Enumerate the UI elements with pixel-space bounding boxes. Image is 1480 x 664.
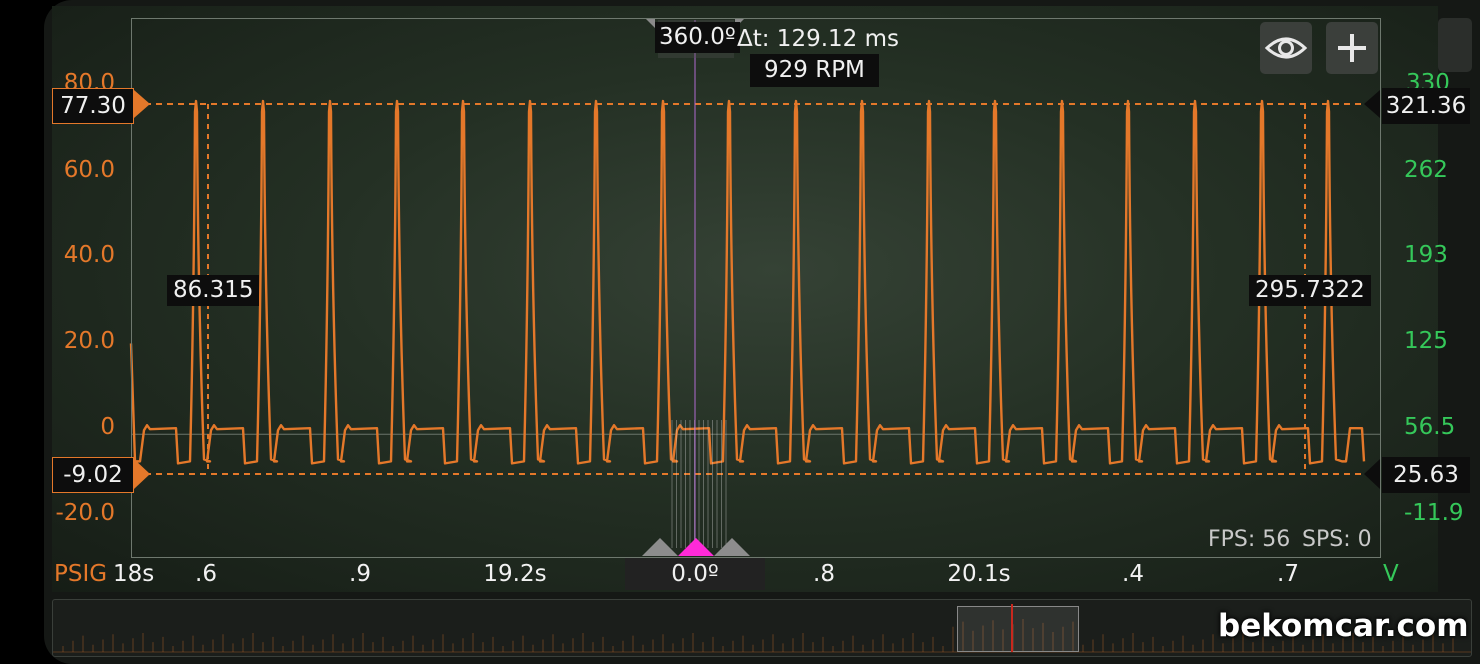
angle-readout: 360.0º [655,22,740,53]
plus-icon [1338,34,1366,62]
unit-label: V [1383,561,1399,587]
time-start-label: 18s [113,561,155,587]
overview-playhead[interactable] [1011,604,1013,652]
lower-cursor-right-value[interactable]: 25.63 [1382,457,1470,493]
right-time-cursor-value: 295.7322 [1249,275,1371,306]
phase-marker-label[interactable]: 0.0º [625,558,765,590]
time-axis-tick: 20.1s [947,561,1011,587]
time-axis-tick: .9 [349,561,371,587]
right-axis-tick: -11.9 [1404,500,1464,526]
left-axis-tick: -20.0 [55,500,115,526]
right-axis-tick: 125 [1404,328,1448,354]
time-axis-tick: .7 [1277,561,1299,587]
left-time-cursor-value: 86.315 [167,275,260,306]
right-axis-tick: 262 [1404,157,1448,183]
left-axis-tick: 0 [100,414,115,440]
fps-readout: FPS: 56 [1208,527,1291,552]
plot-frame [131,18,1381,558]
overview-viewport-window[interactable] [957,606,1079,652]
rpm-readout: 929 RPM [750,54,879,87]
right-axis-tick: 193 [1404,242,1448,268]
add-button[interactable] [1326,22,1378,74]
channel-name[interactable]: PSIG [54,563,107,586]
right-axis-tick: 56.5 [1404,414,1456,440]
upper-cursor-left-value[interactable]: 77.30 [52,88,134,124]
time-axis-tick: .4 [1122,561,1144,587]
upper-cursor-right-value[interactable]: 321.36 [1382,88,1470,124]
device-screen: 80.0 60.0 40.0 20.0 0 -20.0 330 262 193 … [0,0,1480,664]
time-axis-tick: .6 [195,561,217,587]
left-axis-tick: 60.0 [63,157,115,183]
watermark: bekomcar.com [1218,608,1469,644]
time-axis-tick: .8 [813,561,835,587]
phase-marker-text: 0.0º [671,560,719,587]
view-button[interactable] [1260,22,1312,74]
eye-icon [1264,37,1308,59]
time-axis-tick: 19.2s [483,561,547,587]
delta-t-readout: Δt: 129.12 ms [737,26,899,52]
lower-cursor-left-value[interactable]: -9.02 [52,457,134,493]
left-axis-tick: 20.0 [63,328,115,354]
left-axis-tick: 40.0 [63,242,115,268]
sps-readout: SPS: 0 [1302,527,1372,552]
